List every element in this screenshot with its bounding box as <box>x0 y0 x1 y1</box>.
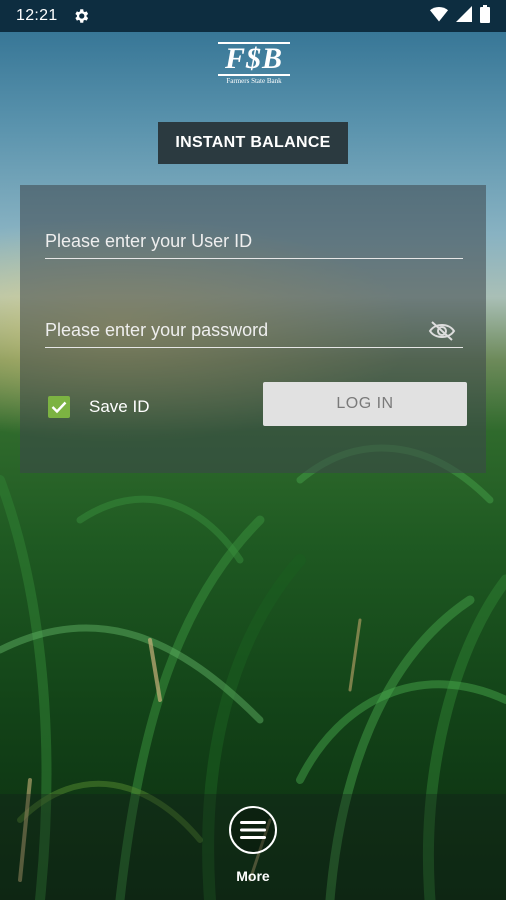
check-icon <box>51 401 67 414</box>
battery-icon <box>480 4 490 28</box>
eye-off-icon[interactable] <box>427 318 457 344</box>
logo-subtitle: Farmers State Bank <box>226 77 282 85</box>
instant-balance-button[interactable]: INSTANT BALANCE <box>158 122 348 164</box>
user-id-field <box>45 231 463 259</box>
wifi-icon <box>430 6 448 27</box>
password-input[interactable] <box>45 320 463 347</box>
logo-mark: F$B <box>224 42 284 75</box>
user-id-input[interactable] <box>45 231 463 258</box>
save-id-label[interactable]: Save ID <box>89 397 149 417</box>
status-time: 12:21 <box>16 7 58 24</box>
more-label[interactable]: More <box>223 868 283 884</box>
gear-icon <box>72 7 90 25</box>
status-bar: 12:21 <box>0 0 506 32</box>
save-id-checkbox[interactable] <box>48 396 70 418</box>
log-in-button[interactable]: LOG IN <box>263 382 467 426</box>
login-panel: Save ID LOG IN <box>20 185 486 473</box>
fsb-logo: F$B Farmers State Bank <box>216 42 292 88</box>
password-field <box>45 320 463 348</box>
more-menu-button[interactable] <box>229 806 277 854</box>
signal-icon <box>456 5 472 27</box>
menu-icon <box>240 821 266 839</box>
